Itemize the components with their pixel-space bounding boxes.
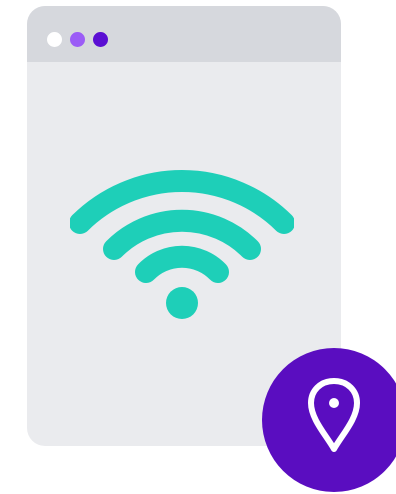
window-dot-purple (70, 32, 85, 47)
wifi-dot (166, 287, 198, 319)
window-title-bar (27, 6, 341, 62)
illustration-canvas (0, 0, 396, 494)
window-dot-indigo (93, 32, 108, 47)
wifi-arc-inner (135, 245, 229, 283)
wifi-icon (70, 170, 294, 319)
map-pin-icon (308, 378, 360, 452)
wifi-arc-middle (103, 209, 261, 260)
window-dot-white (47, 32, 62, 47)
location-badge (262, 348, 396, 492)
